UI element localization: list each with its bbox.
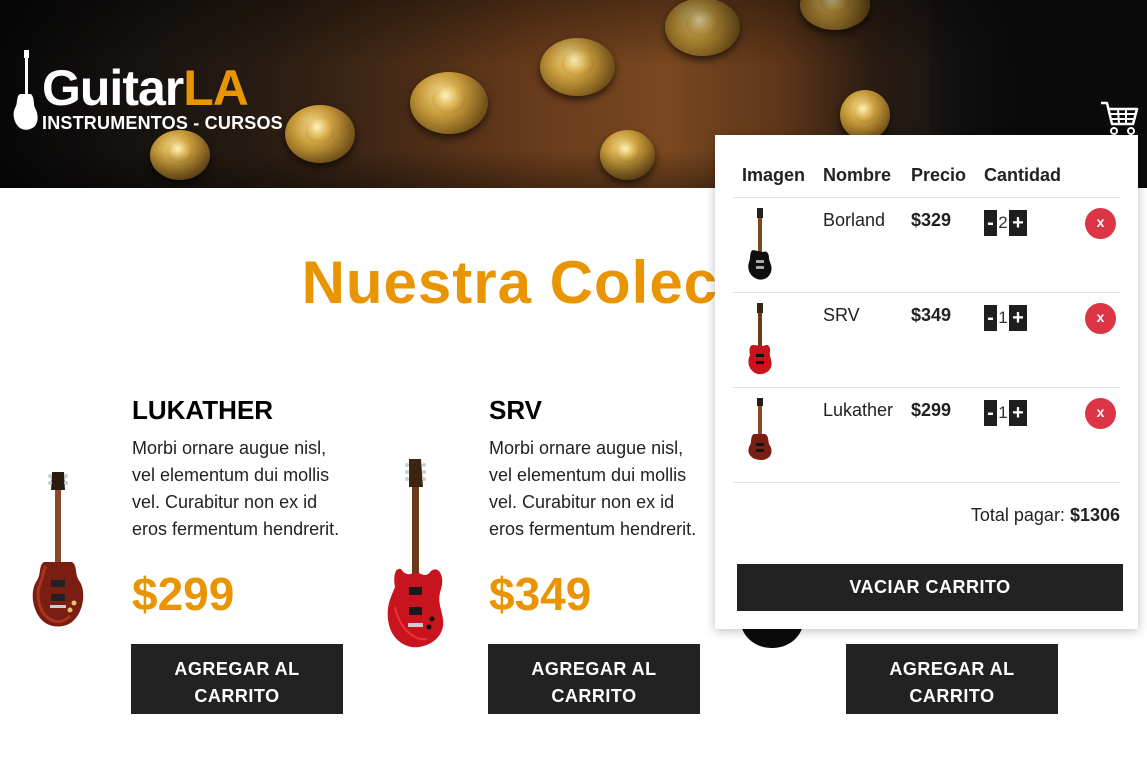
remove-item-button[interactable]: x bbox=[1085, 208, 1116, 239]
product-name: SRV bbox=[489, 395, 542, 425]
shopping-cart-icon[interactable] bbox=[1100, 100, 1140, 136]
cart-item-name: SRV bbox=[823, 305, 860, 325]
quantity-stepper: - 2 + bbox=[984, 210, 1076, 236]
cart-item-price: $349 bbox=[911, 305, 952, 325]
add-to-cart-button[interactable]: AGREGAR AL CARRITO bbox=[846, 644, 1058, 714]
column-header-name: Nombre bbox=[823, 164, 892, 185]
product-description: Morbi ornare augue nisl, vel elementum d… bbox=[132, 438, 340, 539]
quantity-stepper: - 1 + bbox=[984, 305, 1076, 331]
quantity-value: 2 bbox=[998, 213, 1008, 232]
product-price: $349 bbox=[489, 568, 592, 620]
cart-item-price: $329 bbox=[911, 210, 952, 230]
add-to-cart-button[interactable]: AGREGAR AL CARRITO bbox=[131, 644, 343, 714]
table-row: Borland $329 - 2 + x bbox=[733, 198, 1120, 293]
brand-name: GuitarLA bbox=[42, 60, 249, 116]
decrease-quantity-button[interactable]: - bbox=[984, 210, 997, 236]
product-card: SRV Morbi ornare augue nisl, vel element… bbox=[357, 395, 700, 725]
product-name: LUKATHER bbox=[132, 395, 274, 425]
guitar-thumbnail-image bbox=[748, 303, 772, 375]
cart-table-header: Imagen Nombre Precio Cantidad bbox=[733, 153, 1120, 198]
remove-item-button[interactable]: x bbox=[1085, 303, 1116, 334]
cart-item-name: Borland bbox=[823, 210, 886, 230]
product-card: LUKATHER Morbi ornare augue nisl, vel el… bbox=[0, 395, 343, 725]
brand-name-accent: LA bbox=[183, 60, 249, 116]
guitar-thumbnail-image bbox=[748, 208, 772, 280]
brand-tagline: INSTRUMENTOS - CURSOS bbox=[42, 113, 283, 133]
column-header-price: Precio bbox=[911, 164, 967, 185]
guitar-product-image bbox=[32, 472, 84, 627]
cart-table: Imagen Nombre Precio Cantidad Borland $3… bbox=[733, 153, 1120, 483]
add-to-cart-button[interactable]: AGREGAR AL CARRITO bbox=[488, 644, 700, 714]
increase-quantity-button[interactable]: + bbox=[1009, 400, 1027, 426]
cart-total-label: Total pagar: bbox=[970, 505, 1070, 525]
column-header-quantity: Cantidad bbox=[984, 164, 1062, 185]
brand-name-main: Guitar bbox=[42, 60, 184, 116]
quantity-value: 1 bbox=[998, 403, 1008, 422]
quantity-value: 1 bbox=[998, 308, 1008, 327]
table-row: Lukather $299 - 1 + x bbox=[733, 388, 1120, 483]
guitar-thumbnail-image bbox=[748, 398, 772, 460]
cart-total: Total pagar: $1306 bbox=[971, 505, 1120, 526]
decrease-quantity-button[interactable]: - bbox=[984, 400, 997, 426]
empty-cart-button[interactable]: VACIAR CARRITO bbox=[737, 564, 1123, 611]
remove-item-button[interactable]: x bbox=[1085, 398, 1116, 429]
cart-item-price: $299 bbox=[911, 400, 952, 420]
cart-total-value: $1306 bbox=[1069, 505, 1120, 525]
cart-dropdown: Imagen Nombre Precio Cantidad Borland $3… bbox=[715, 135, 1138, 629]
product-price: $299 bbox=[132, 568, 235, 620]
cart-item-name: Lukather bbox=[823, 400, 894, 420]
column-header-image: Imagen bbox=[742, 164, 806, 185]
increase-quantity-button[interactable]: + bbox=[1009, 210, 1027, 236]
quantity-stepper: - 1 + bbox=[984, 400, 1076, 426]
guitar-logo-icon bbox=[13, 50, 38, 130]
decrease-quantity-button[interactable]: - bbox=[984, 305, 997, 331]
guitar-product-image bbox=[387, 459, 444, 648]
product-description: Morbi ornare augue nisl, vel elementum d… bbox=[489, 438, 697, 539]
increase-quantity-button[interactable]: + bbox=[1009, 305, 1027, 331]
site-logo[interactable]: GuitarLA INSTRUMENTOS - CURSOS bbox=[12, 50, 283, 140]
table-row: SRV $349 - 1 + x bbox=[733, 293, 1120, 388]
